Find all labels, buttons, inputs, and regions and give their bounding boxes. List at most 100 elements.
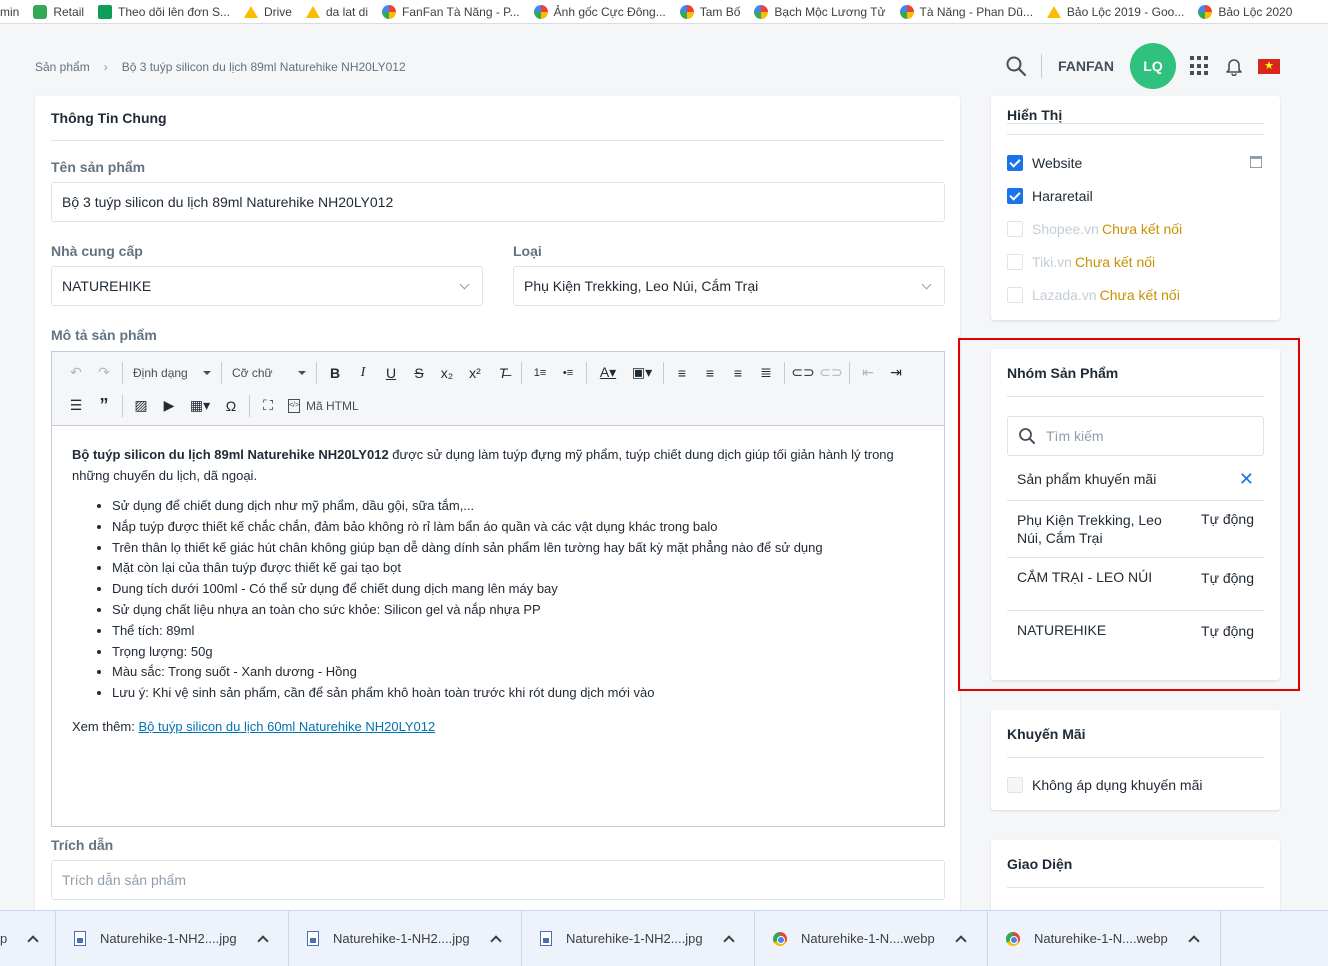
drive-icon xyxy=(305,5,320,18)
checkbox-unchecked[interactable] xyxy=(1007,776,1023,793)
bookmark-8[interactable]: Bạch Mộc Lương Tử xyxy=(749,0,894,23)
align-center-icon[interactable]: ≡ xyxy=(696,359,724,387)
download-item[interactable]: Naturehike-1-N....webp xyxy=(755,910,988,966)
chevron-up-icon[interactable] xyxy=(722,934,735,947)
chevron-up-icon[interactable] xyxy=(1188,934,1200,947)
search-icon[interactable] xyxy=(1005,55,1027,77)
numbered-list-icon[interactable]: 1≡ xyxy=(526,359,554,387)
download-item[interactable]: Naturehike-1-NH2....jpg xyxy=(522,910,755,966)
bullet-list-icon[interactable]: •≡ xyxy=(554,359,582,387)
channel-label: Tiki.vn xyxy=(1032,253,1072,270)
checkbox-disabled xyxy=(1007,220,1023,237)
vietnam-flag-icon[interactable]: ★ xyxy=(1258,58,1280,74)
excerpt-placeholder: Trích dẫn sản phẩm xyxy=(62,872,186,888)
video-icon[interactable]: ▶ xyxy=(155,392,183,420)
link-icon[interactable]: ⊂⊃ xyxy=(789,359,817,387)
checkbox-checked[interactable] xyxy=(1007,187,1023,204)
subscript-icon[interactable]: x₂ xyxy=(433,359,461,387)
download-item[interactable]: p xyxy=(0,910,56,966)
bookmark-5[interactable]: FanFan Tà Năng - P... xyxy=(377,0,529,23)
bookmark-4[interactable]: da lat di xyxy=(301,0,377,23)
download-item[interactable]: Naturehike-1-N....webp xyxy=(988,910,1221,966)
align-justify-icon[interactable]: ≣ xyxy=(752,359,780,387)
connect-link[interactable]: Chưa kết nối xyxy=(1102,221,1182,237)
superscript-icon[interactable]: x² xyxy=(461,359,489,387)
font-size-select-label: Cỡ chữ xyxy=(232,365,273,380)
promotion-option[interactable]: Không áp dụng khuyến mãi xyxy=(1007,768,1264,801)
unlink-icon[interactable]: ⊂⊃ xyxy=(817,359,845,387)
html-source-button[interactable]: </> Mã HTML xyxy=(288,398,359,413)
store-name[interactable]: FANFAN xyxy=(1058,58,1114,74)
channel-label: Hararetail xyxy=(1032,187,1093,204)
see-more-link[interactable]: Bộ tuýp silicon du lịch 60ml Naturehike … xyxy=(138,719,435,734)
special-character-icon[interactable]: Ω xyxy=(217,392,245,420)
align-right-icon[interactable]: ≡ xyxy=(724,359,752,387)
type-select[interactable]: Phụ Kiện Trekking, Leo Núi, Cắm Trại xyxy=(513,266,945,306)
italic-icon[interactable]: I xyxy=(349,359,377,387)
toolbar-separator xyxy=(122,361,123,384)
font-size-select[interactable]: Cỡ chữ xyxy=(226,359,312,387)
redo-icon[interactable]: ↷ xyxy=(90,359,118,387)
checkbox-disabled xyxy=(1007,286,1023,303)
download-name: Naturehike-1-N....webp xyxy=(801,931,935,946)
bookmark-9[interactable]: Tà Năng - Phan Dũ... xyxy=(895,0,1042,23)
checkbox-checked[interactable] xyxy=(1007,154,1023,171)
blockquote-icon[interactable]: ” xyxy=(90,392,118,420)
channel-website[interactable]: Website xyxy=(1007,146,1264,179)
supplier-select[interactable]: NATUREHIKE xyxy=(51,266,483,306)
bookmark-7[interactable]: Tam Bố xyxy=(675,0,750,23)
description-bullets: Sử dụng để chiết dung dịch như mỹ phẩm, … xyxy=(112,496,924,704)
channel-label: Lazada.vn xyxy=(1032,286,1097,303)
clear-format-icon[interactable]: T̶ xyxy=(489,359,517,387)
chevron-up-icon[interactable] xyxy=(489,934,502,947)
promotion-option-label: Không áp dụng khuyến mãi xyxy=(1032,776,1203,793)
breadcrumb-root[interactable]: Sản phẩm xyxy=(35,60,90,74)
table-icon[interactable]: ▦▾ xyxy=(183,392,217,420)
outdent-icon[interactable]: ⇤ xyxy=(854,359,882,387)
apps-grid-icon[interactable] xyxy=(1190,56,1210,76)
undo-icon[interactable]: ↶ xyxy=(62,359,90,387)
bookmark-0[interactable]: min xyxy=(0,0,28,23)
download-name: Naturehike-1-NH2....jpg xyxy=(100,931,237,946)
image-icon[interactable]: ▨ xyxy=(127,392,155,420)
strikethrough-icon[interactable]: S xyxy=(405,359,433,387)
chevron-up-icon[interactable] xyxy=(955,934,967,947)
breadcrumb-current: Bộ 3 tuýp silicon du lịch 89ml Naturehik… xyxy=(121,60,406,74)
bookmark-11[interactable]: Bảo Lộc 2020 xyxy=(1193,0,1301,23)
breadcrumb: Sản phẩm › Bộ 3 tuýp silicon du lịch 89ml … xyxy=(35,60,406,74)
promotion-card: Khuyến Mãi Không áp dụng khuyến mãi xyxy=(991,710,1280,810)
indent-icon[interactable]: ⇥ xyxy=(882,359,910,387)
toolbar-separator xyxy=(316,361,317,384)
toolbar-separator xyxy=(663,361,664,384)
list-item: Sử dụng chất liệu nhựa an toàn cho sức k… xyxy=(112,600,924,621)
channel-hararetail[interactable]: Hararetail xyxy=(1007,179,1264,212)
product-name-input[interactable]: Bộ 3 tuýp silicon du lịch 89ml Naturehik… xyxy=(51,182,945,222)
horizontal-line-icon[interactable]: ☰ xyxy=(62,392,90,420)
bookmark-6[interactable]: Ảnh gốc Cực Đông... xyxy=(529,0,675,23)
underline-icon[interactable]: U xyxy=(377,359,405,387)
editor-content[interactable]: Bộ tuýp silicon du lịch 89ml Naturehike … xyxy=(52,426,944,737)
bookmark-3[interactable]: Drive xyxy=(239,0,301,23)
excerpt-input[interactable]: Trích dẫn sản phẩm xyxy=(51,860,945,900)
calendar-icon[interactable] xyxy=(1250,156,1262,168)
format-select[interactable]: Định dạng xyxy=(127,359,217,387)
bold-icon[interactable]: B xyxy=(321,359,349,387)
connect-link[interactable]: Chưa kết nối xyxy=(1075,254,1155,270)
bell-icon[interactable] xyxy=(1224,56,1244,76)
fullscreen-icon[interactable]: ⛶ xyxy=(254,392,282,420)
channel-label: Shopee.vn xyxy=(1032,220,1099,237)
avatar[interactable]: LQ xyxy=(1130,43,1176,89)
bookmark-1[interactable]: Retail xyxy=(28,0,93,23)
chevron-up-icon[interactable] xyxy=(27,934,39,947)
background-color-icon[interactable]: ▣▾ xyxy=(625,359,659,387)
bookmark-label: Tà Năng - Phan Dũ... xyxy=(919,4,1033,19)
connect-link[interactable]: Chưa kết nối xyxy=(1100,287,1180,303)
bookmark-2[interactable]: Theo dõi lên đơn S... xyxy=(93,0,239,23)
download-item[interactable]: Naturehike-1-NH2....jpg xyxy=(289,910,522,966)
bookmark-10[interactable]: Bảo Lộc 2019 - Goo... xyxy=(1042,0,1193,23)
text-color-icon[interactable]: A▾ xyxy=(591,359,625,387)
align-left-icon[interactable]: ≡ xyxy=(668,359,696,387)
download-item[interactable]: Naturehike-1-NH2....jpg xyxy=(56,910,289,966)
bookmark-label: da lat di xyxy=(325,4,369,19)
chevron-up-icon[interactable] xyxy=(256,934,269,947)
